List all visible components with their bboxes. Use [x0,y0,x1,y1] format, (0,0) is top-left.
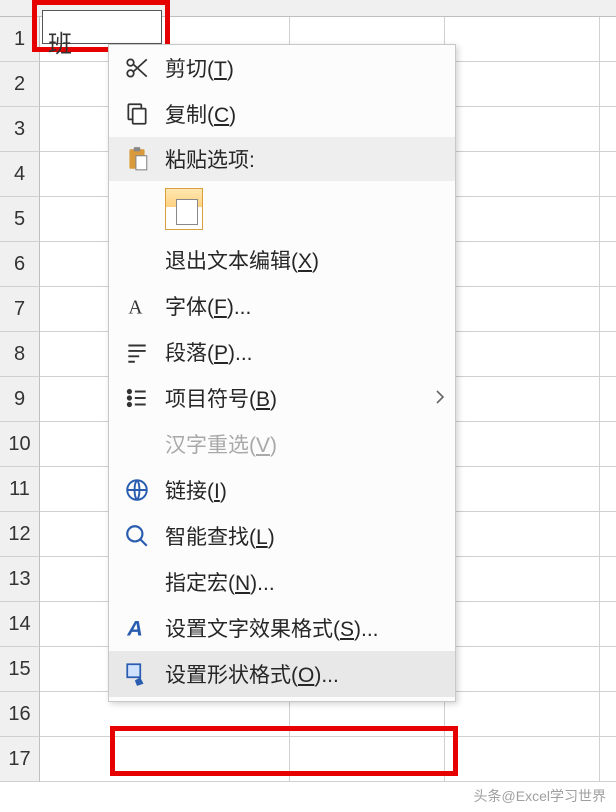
row-header[interactable]: 15 [0,647,40,692]
magnifier-icon [109,523,165,549]
row-header[interactable]: 6 [0,242,40,287]
scissors-icon [109,55,165,81]
menu-label: 链接(I) [165,475,455,505]
text-effects-icon: A [109,615,165,641]
menu-label: 剪切(T) [165,53,455,83]
menu-text-effects-format[interactable]: A 设置文字效果格式(S)... [109,605,455,651]
row-header[interactable]: 14 [0,602,40,647]
menu-label: 汉字重选(V) [165,429,455,459]
menu-label: 复制(C) [165,99,455,129]
row-header[interactable]: 13 [0,557,40,602]
row-header[interactable]: 4 [0,152,40,197]
menu-label: 退出文本编辑(X) [165,245,455,275]
bullets-icon [109,385,165,411]
row-headers: 1 2 3 4 5 6 7 8 9 10 11 12 13 14 15 16 1… [0,17,40,782]
row-header[interactable]: 17 [0,737,40,782]
shape-format-icon [109,661,165,687]
menu-reconvert: 汉字重选(V) [109,421,455,467]
row-header[interactable]: 9 [0,377,40,422]
paste-options-row [109,181,455,237]
textbox-content: 班 [48,24,72,59]
submenu-arrow-icon [425,386,455,410]
row-header[interactable]: 12 [0,512,40,557]
watermark: 头条@Excel学习世界 [474,786,606,806]
menu-label: 字体(F)... [165,291,455,321]
row-header[interactable]: 10 [0,422,40,467]
menu-copy[interactable]: 复制(C) [109,91,455,137]
menu-paste-options-header: 粘贴选项: [109,137,455,181]
link-icon [109,477,165,503]
menu-assign-macro[interactable]: 指定宏(N)... [109,559,455,605]
menu-label: 设置形状格式(O)... [165,659,455,689]
paste-option-button[interactable] [165,188,203,230]
menu-bullets[interactable]: 项目符号(B) [109,375,455,421]
svg-text:A: A [126,616,143,641]
font-icon: A [109,293,165,319]
menu-shape-format[interactable]: 设置形状格式(O)... [109,651,455,697]
menu-label: 段落(P)... [165,337,455,367]
paragraph-icon [109,339,165,365]
menu-label: 粘贴选项: [165,144,455,174]
svg-text:A: A [128,298,142,319]
menu-label: 项目符号(B) [165,383,425,413]
row-header[interactable]: 8 [0,332,40,377]
row-header[interactable]: 11 [0,467,40,512]
copy-icon [109,101,165,127]
row-header[interactable]: 16 [0,692,40,737]
menu-exit-text-edit[interactable]: 退出文本编辑(X) [109,237,455,283]
clipboard-icon [109,146,165,172]
menu-label: 智能查找(L) [165,521,455,551]
menu-link[interactable]: 链接(I) [109,467,455,513]
menu-label: 指定宏(N)... [165,567,455,597]
row-header[interactable]: 5 [0,197,40,242]
menu-smart-lookup[interactable]: 智能查找(L) [109,513,455,559]
menu-label: 设置文字效果格式(S)... [165,613,455,643]
row-header[interactable]: 7 [0,287,40,332]
row-header[interactable]: 2 [0,62,40,107]
menu-paragraph[interactable]: 段落(P)... [109,329,455,375]
row-header[interactable]: 3 [0,107,40,152]
menu-font[interactable]: A 字体(F)... [109,283,455,329]
menu-cut[interactable]: 剪切(T) [109,45,455,91]
context-menu: 剪切(T) 复制(C) 粘贴选项: 退出文本编辑(X) A 字体(F)... 段… [108,44,456,702]
